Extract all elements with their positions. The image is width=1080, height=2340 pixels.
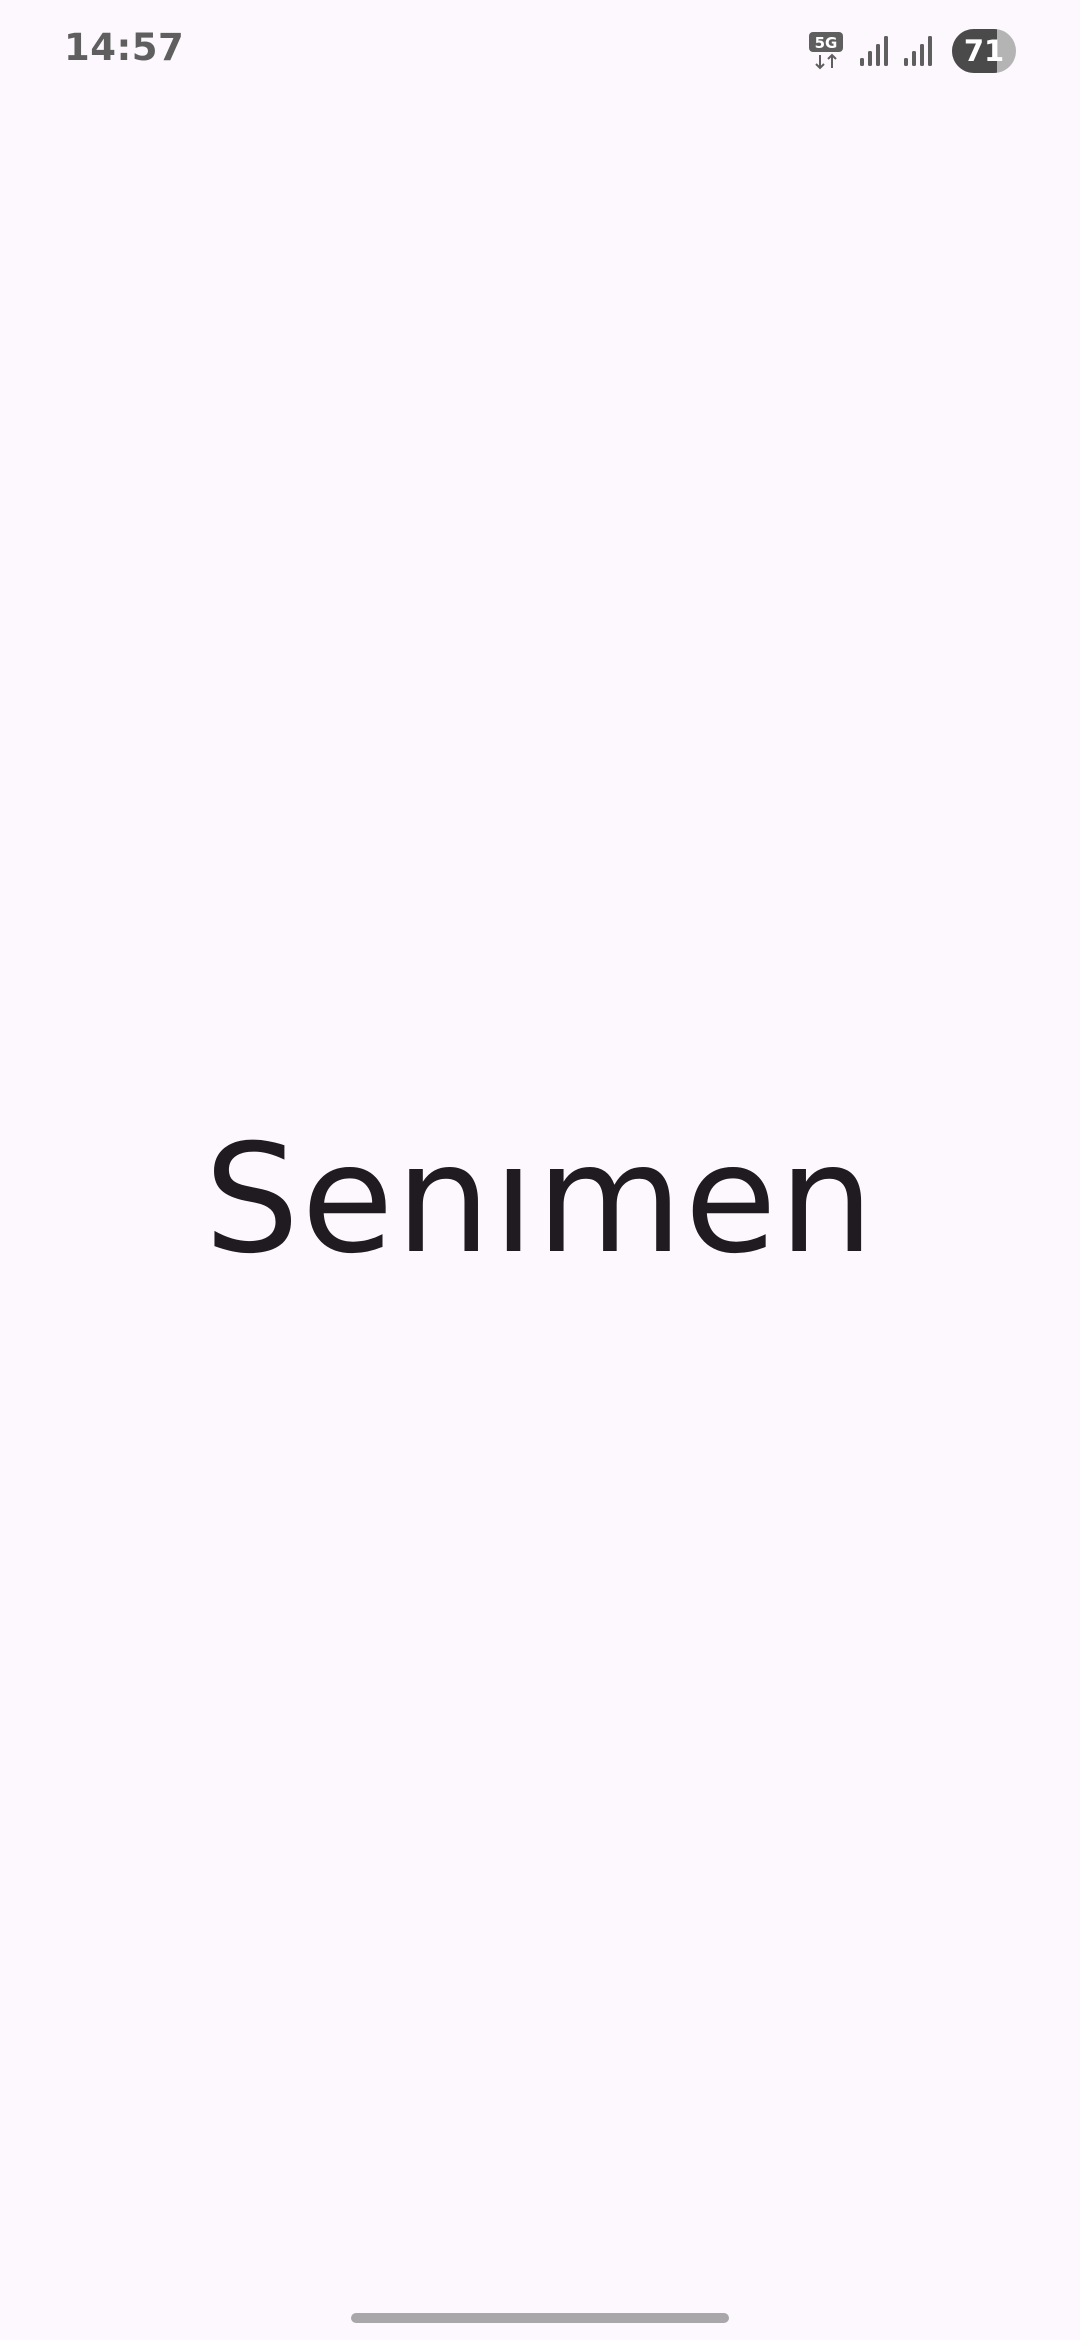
signal-strength-1-icon bbox=[860, 36, 888, 66]
signal-strength-2-icon bbox=[904, 36, 932, 66]
network-type-label: 5G bbox=[815, 34, 838, 52]
network-5g-icon: 5G bbox=[809, 32, 843, 70]
status-bar: 14:57 5G 71 bbox=[0, 0, 1080, 100]
home-indicator[interactable] bbox=[351, 2313, 729, 2323]
status-time: 14:57 bbox=[64, 26, 185, 69]
app-wordmark: Senımen bbox=[204, 1113, 876, 1287]
battery-icon: 71 bbox=[952, 29, 1016, 73]
status-icons: 5G 71 bbox=[808, 28, 1016, 74]
battery-percentage: 71 bbox=[963, 34, 1005, 68]
